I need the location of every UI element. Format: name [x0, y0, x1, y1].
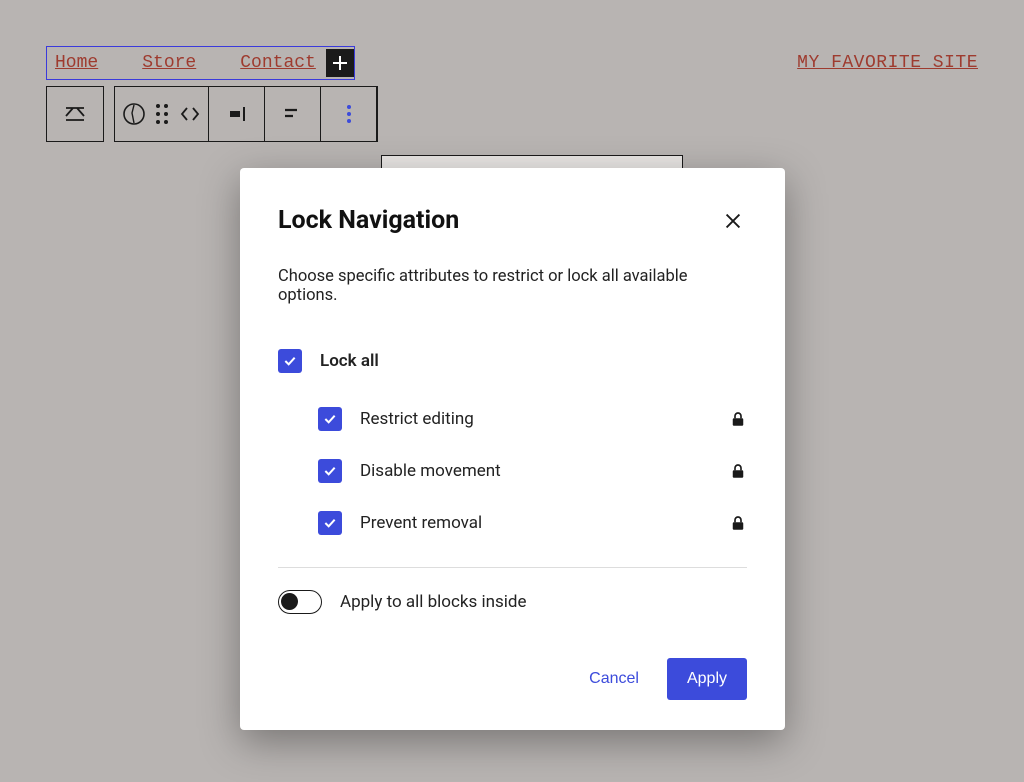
site-title[interactable]: MY FAVORITE SITE	[797, 53, 978, 73]
plus-icon	[331, 54, 349, 72]
apply-inner-row[interactable]: Apply to all blocks inside	[278, 590, 747, 614]
add-block-button[interactable]	[326, 49, 354, 77]
lock-navigation-modal: Lock Navigation Choose specific attribut…	[240, 168, 785, 730]
close-icon	[722, 210, 744, 232]
move-arrows-icon	[178, 102, 202, 126]
apply-button[interactable]: Apply	[667, 658, 747, 700]
drag-icon	[156, 104, 168, 124]
list-icon	[281, 102, 305, 126]
list-button[interactable]	[265, 87, 321, 141]
apply-inner-label: Apply to all blocks inside	[340, 592, 527, 612]
lock-icon	[729, 461, 747, 481]
modal-description: Choose specific attributes to restrict o…	[278, 267, 747, 305]
check-icon	[322, 515, 338, 531]
lock-all-checkbox[interactable]	[278, 349, 302, 373]
disable-movement-label: Disable movement	[360, 461, 501, 481]
prevent-removal-checkbox[interactable]	[318, 511, 342, 535]
lock-all-label: Lock all	[320, 351, 379, 371]
navigate-button[interactable]	[115, 87, 209, 141]
nav-link-home[interactable]: Home	[55, 53, 116, 73]
restrict-editing-row[interactable]: Restrict editing	[278, 393, 747, 445]
divider	[278, 567, 747, 568]
block-type-button[interactable]	[47, 87, 103, 141]
restrict-editing-label: Restrict editing	[360, 409, 474, 429]
cancel-button[interactable]: Cancel	[569, 658, 659, 700]
restrict-editing-checkbox[interactable]	[318, 407, 342, 431]
navigation-block-icon	[63, 102, 87, 126]
align-button[interactable]	[209, 87, 265, 141]
compass-icon	[122, 102, 146, 126]
nav-link-contact[interactable]: Contact	[240, 53, 334, 73]
modal-header: Lock Navigation	[278, 206, 747, 235]
lock-icon	[729, 513, 747, 533]
more-options-button[interactable]	[321, 87, 377, 141]
lock-all-row[interactable]: Lock all	[278, 335, 747, 387]
close-button[interactable]	[719, 207, 747, 235]
apply-inner-toggle[interactable]	[278, 590, 322, 614]
modal-title: Lock Navigation	[278, 206, 459, 235]
disable-movement-row[interactable]: Disable movement	[278, 445, 747, 497]
block-toolbar	[46, 86, 378, 142]
toggle-knob	[281, 593, 298, 610]
site-nav: Home Store Contact MY FAVORITE SITE	[46, 46, 978, 80]
more-options-icon	[347, 105, 351, 123]
prevent-removal-label: Prevent removal	[360, 513, 482, 533]
toolbar-group-block	[46, 86, 104, 142]
check-icon	[322, 411, 338, 427]
modal-actions: Cancel Apply	[278, 658, 747, 700]
toolbar-group-main	[114, 86, 378, 142]
align-right-icon	[225, 102, 249, 126]
lock-icon	[729, 409, 747, 429]
check-icon	[322, 463, 338, 479]
disable-movement-checkbox[interactable]	[318, 459, 342, 483]
nav-links-container[interactable]: Home Store Contact	[46, 46, 355, 80]
check-icon	[282, 353, 298, 369]
nav-link-store[interactable]: Store	[142, 53, 214, 73]
prevent-removal-row[interactable]: Prevent removal	[278, 497, 747, 549]
